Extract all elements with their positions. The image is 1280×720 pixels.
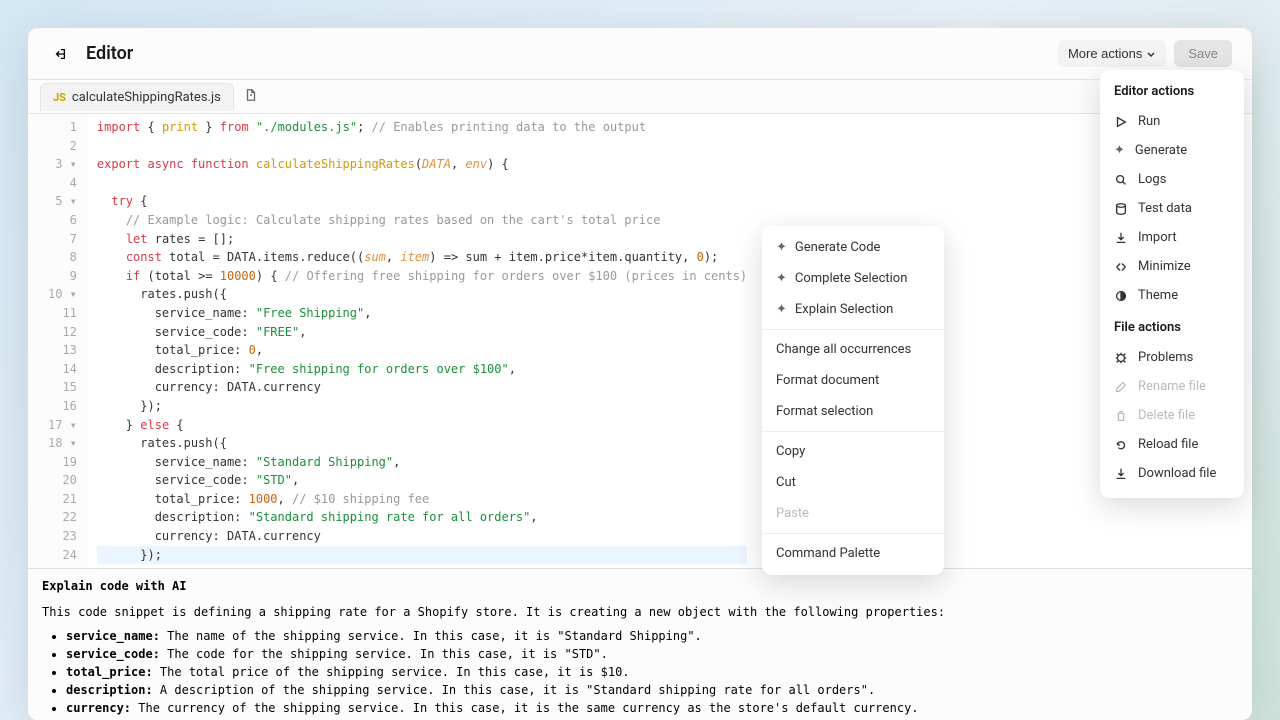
- menu-complete-selection[interactable]: ✦Complete Selection: [762, 263, 944, 294]
- download-icon: [1114, 231, 1128, 245]
- explain-body: This code snippet is defining a shipping…: [28, 603, 1252, 720]
- menu-paste: Paste: [762, 498, 944, 529]
- action-download[interactable]: Download file: [1100, 459, 1244, 488]
- pencil-icon: [1114, 380, 1128, 394]
- code-block-1[interactable]: 1 2 3 ▾ 4 5 ▾ 6 7 8 9 10 ▾ 11 12 13 14 1…: [28, 114, 1252, 568]
- menu-format-document[interactable]: Format document: [762, 365, 944, 396]
- action-rename: Rename file: [1100, 372, 1244, 401]
- explain-title: Explain code with AI: [28, 569, 1252, 603]
- editor-actions-title: Editor actions: [1100, 80, 1244, 107]
- reload-icon: [1114, 438, 1128, 452]
- more-actions-label: More actions: [1068, 46, 1142, 61]
- action-logs[interactable]: Logs: [1100, 165, 1244, 194]
- menu-separator: [762, 431, 944, 432]
- new-file-icon: [244, 88, 258, 102]
- action-minimize[interactable]: Minimize: [1100, 252, 1244, 281]
- download-icon: [1114, 467, 1128, 481]
- explain-list: service_name: The name of the shipping s…: [66, 627, 1238, 717]
- tab-bar: JS calculateShippingRates.js: [28, 80, 1252, 114]
- sparkle-icon: ✦: [776, 302, 787, 317]
- menu-separator: [762, 329, 944, 330]
- bug-icon: [1114, 351, 1128, 365]
- editor-area: 1 2 3 ▾ 4 5 ▾ 6 7 8 9 10 ▾ 11 12 13 14 1…: [28, 114, 1252, 720]
- sparkle-icon: ✦: [776, 240, 787, 255]
- editor-window: Editor More actions Save JS calculateShi…: [28, 28, 1252, 720]
- file-actions-title: File actions: [1100, 310, 1244, 343]
- action-test-data[interactable]: Test data: [1100, 194, 1244, 223]
- more-actions-button[interactable]: More actions: [1058, 40, 1166, 67]
- list-item: total_price: The total price of the ship…: [66, 663, 1238, 681]
- action-import[interactable]: Import: [1100, 223, 1244, 252]
- menu-separator: [762, 533, 944, 534]
- menu-command-palette[interactable]: Command Palette: [762, 538, 944, 569]
- save-button[interactable]: Save: [1174, 40, 1232, 67]
- menu-generate-code[interactable]: ✦Generate Code: [762, 232, 944, 263]
- chevron-down-icon: [1146, 49, 1156, 59]
- search-icon: [1114, 173, 1128, 187]
- page-title: Editor: [86, 43, 133, 64]
- menu-copy[interactable]: Copy: [762, 436, 944, 467]
- gutter: 1 2 3 ▾ 4 5 ▾ 6 7 8 9 10 ▾ 11 12 13 14 1…: [28, 114, 87, 568]
- minimize-icon: [1114, 260, 1128, 274]
- code-content[interactable]: import { print } from "./modules.js"; //…: [87, 114, 757, 568]
- explain-intro: This code snippet is defining a shipping…: [42, 603, 1238, 621]
- back-button[interactable]: [48, 42, 72, 66]
- tab-file[interactable]: JS calculateShippingRates.js: [40, 83, 234, 111]
- js-file-icon: JS: [53, 91, 66, 104]
- header: Editor More actions Save: [28, 28, 1252, 80]
- tab-label: calculateShippingRates.js: [72, 90, 221, 105]
- context-menu: ✦Generate Code ✦Complete Selection ✦Expl…: [762, 226, 944, 575]
- menu-format-selection[interactable]: Format selection: [762, 396, 944, 427]
- play-icon: [1114, 115, 1128, 129]
- menu-cut[interactable]: Cut: [762, 467, 944, 498]
- list-item: service_name: The name of the shipping s…: [66, 627, 1238, 645]
- code-panel[interactable]: 1 2 3 ▾ 4 5 ▾ 6 7 8 9 10 ▾ 11 12 13 14 1…: [28, 114, 1252, 720]
- list-item: description: A description of the shippi…: [66, 681, 1238, 699]
- new-file-button[interactable]: [244, 87, 258, 106]
- action-theme[interactable]: Theme: [1100, 281, 1244, 310]
- list-item: service_code: The code for the shipping …: [66, 645, 1238, 663]
- sparkle-icon: ✦: [776, 271, 787, 286]
- trash-icon: [1114, 409, 1128, 423]
- action-generate[interactable]: ✦Generate: [1100, 136, 1244, 165]
- sparkle-icon: ✦: [1114, 143, 1125, 158]
- menu-change-all[interactable]: Change all occurrences: [762, 334, 944, 365]
- action-delete: Delete file: [1100, 401, 1244, 430]
- back-icon: [53, 47, 67, 61]
- explain-panel: Explain code with AI This code snippet i…: [28, 568, 1252, 720]
- theme-icon: [1114, 289, 1128, 303]
- editor-actions-panel: Editor actions Run ✦Generate Logs Test d…: [1100, 70, 1244, 498]
- action-problems[interactable]: Problems: [1100, 343, 1244, 372]
- menu-explain-selection[interactable]: ✦Explain Selection: [762, 294, 944, 325]
- list-item: currency: The currency of the shipping s…: [66, 699, 1238, 717]
- database-icon: [1114, 202, 1128, 216]
- action-reload[interactable]: Reload file: [1100, 430, 1244, 459]
- action-run[interactable]: Run: [1100, 107, 1244, 136]
